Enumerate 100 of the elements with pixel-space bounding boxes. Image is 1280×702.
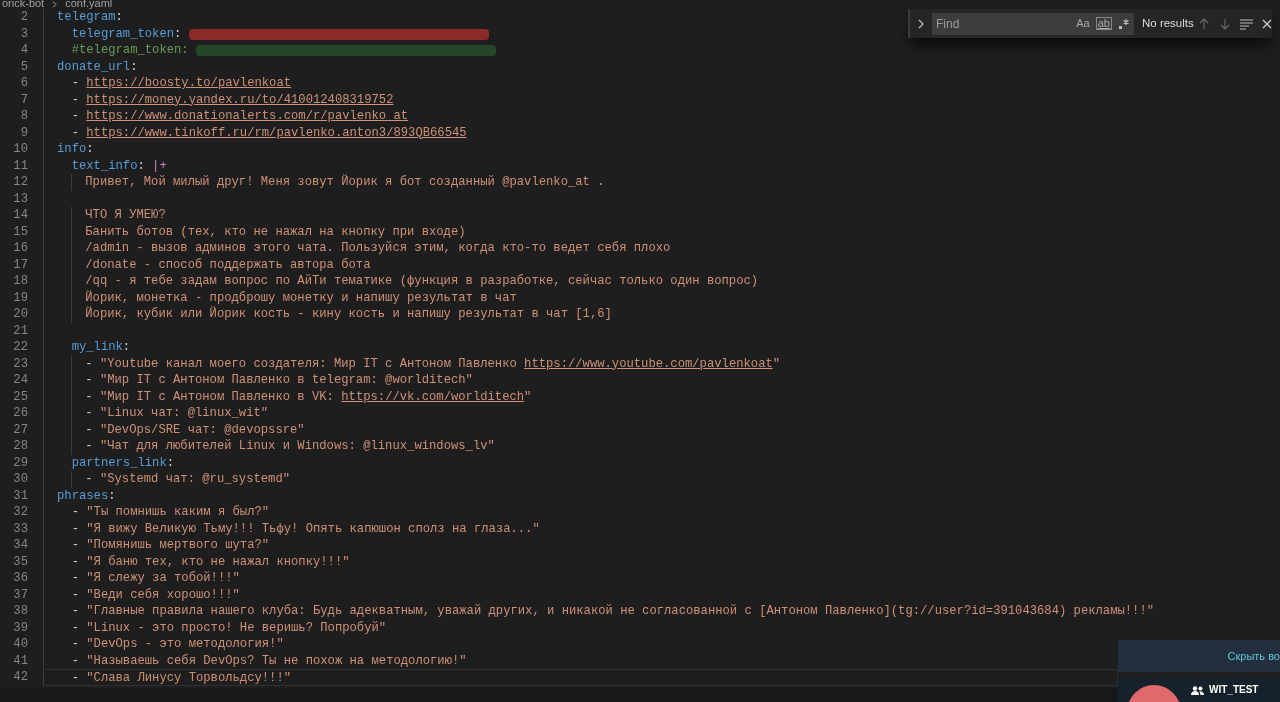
line-number: 33 [12,520,28,537]
line-number: 3 [19,25,28,42]
line-number: 24 [12,372,28,389]
yaml-key: partners_link [71,454,167,471]
yaml-key: my_link [71,339,123,356]
yaml-punctuation: : [174,25,183,42]
line-number: 20 [12,306,28,323]
link[interactable]: https://www.youtube.com/pavlenkoat [524,355,773,372]
string-value: "Systemd чат: @ru_systemd" [99,471,291,488]
yaml-punctuation: - [85,438,94,455]
yaml-punctuation: : [137,157,146,174]
find-field[interactable]: Find Aa ab [932,12,1134,35]
string-value: "Я вижу Великую Тьму!!! Тьфу! Опять капюшон сполз на глаза..." [86,520,540,537]
line-number: 2 [19,9,28,26]
line-number: 34 [12,537,28,554]
yaml-punctuation: - [71,636,80,653]
line-number: 10 [12,141,28,158]
string-value: "Слава Линусу Торвольдсу!!!" [86,670,292,685]
link[interactable]: https://boosty.to/pavlenkoat [86,75,292,92]
line-number: 27 [12,421,28,438]
breadcrumb-item[interactable]: orick-bot [2,0,45,8]
line-number: 41 [12,652,28,669]
line-number: 30 [12,471,28,488]
string-value: "DevOps/SRE чат: @devopssre" [99,421,305,438]
line-number: 31 [12,487,28,504]
line-number: 4 [19,42,28,59]
line-number: 19 [12,289,28,306]
yaml-punctuation: - [85,355,94,372]
line-number: 16 [12,240,28,257]
line-number: 7 [19,91,28,108]
line-number: 25 [12,388,28,405]
line-number: 32 [12,504,28,521]
string-value: " [524,388,532,405]
yaml-punctuation: - [71,586,80,603]
yaml-punctuation: - [71,553,80,570]
line-number: 37 [12,586,28,603]
group-icon [1191,686,1204,695]
comment: #telegram_token: [71,42,190,59]
yaml-punctuation: - [71,91,80,108]
text-value: Йорик, кубик или Йорик кость - кину кость и напишу результат в чат [1,6] [85,306,612,323]
string-value: "Веди себя хорошо!!!" [86,586,240,603]
yaml-punctuation: - [71,652,80,669]
yaml-key: text_info [71,157,138,174]
yaml-punctuation: - [85,421,94,438]
lines-icon[interactable] [1239,17,1253,30]
link[interactable]: https://www.donationalerts.com/r/pavlenko_at [86,108,409,125]
line-number: 35 [12,553,28,570]
line-number: 42 [12,669,28,686]
line-number: 11 [12,157,28,174]
string-value: "Помянишь мертвого шута?" [86,537,270,554]
text-value: Йорик, монетка - продброшу монетку и напишу результат в чат [85,289,517,306]
yaml-punctuation: : [166,454,175,471]
yaml-punctuation: - [71,570,80,587]
yaml-key: phrases [57,487,109,504]
line-number: 9 [19,124,28,141]
string-value: "Linux чат: @linux_wit" [99,405,269,422]
string-value: "Главные правила нашего клуба: Будь адекватным, уважай других, и никакой не согласованной с [Антоном Павленко](tg://user?id=391043684) рекламы!!!" [86,603,1155,620]
link[interactable]: https://vk.com/worlditech [341,388,525,405]
yaml-punctuation: - [71,619,80,636]
string-value: "Ты помнишь каким я был?" [86,504,270,521]
line-number: 40 [12,636,28,653]
up-arrow-icon[interactable] [1197,17,1210,30]
line-number: 14 [12,207,28,224]
yaml-key: telegram_token [71,25,175,42]
link[interactable]: https://www.tinkoff.ru/rm/pavlenko.anton3/893QB66545 [86,124,467,141]
whole-word-toggle[interactable]: ab [1095,17,1112,30]
hide-link[interactable]: Скрыть во [1227,647,1280,665]
line-number: 29 [12,454,28,471]
breadcrumb-item[interactable]: conf.yaml [65,0,113,8]
yaml-punctuation: - [71,603,80,620]
string-value: "Linux - это просто! Не веришь? Попробуй" [86,619,387,636]
line-number: 36 [12,570,28,587]
yaml-punctuation: - [71,108,80,125]
yaml-punctuation: : [122,339,131,356]
close-icon[interactable] [1261,18,1272,29]
text-value: Привет, Мой милый друг! Меня зовут Йорик я бот созданный @pavlenko_at . [85,174,605,191]
result-count: No results [1142,15,1194,31]
string-value: "Мир IT с Антоном Павленко в VK: [99,388,335,405]
text-value: /qq - я тебе задам вопрос по АйТи тематике (функция в разработке, сейчас только один вопрос) [85,273,759,290]
line-number: 13 [12,190,28,207]
yaml-punctuation: - [71,124,80,141]
match-case-toggle[interactable]: Aa [1076,15,1090,32]
string-value: "Youtube канал моего создателя: Мир IT с Антоном Павленко [99,355,518,372]
line-number: 6 [19,75,28,92]
string-value: "Называешь себя DevOps? Ты не похож на методологию!" [86,652,467,669]
yaml-key: donate_url [57,58,131,75]
yaml-punctuation: : [108,487,116,504]
line-number: 21 [12,322,28,339]
yaml-key: telegram [57,9,116,26]
line-number: 23 [12,355,28,372]
link[interactable]: https://money.yandex.ru/to/410012408319752 [86,91,394,108]
yaml-punctuation: : [115,9,123,26]
yaml-punctuation: - [85,405,94,422]
down-arrow-icon[interactable] [1218,17,1231,30]
regex-icon[interactable] [1118,17,1130,30]
text-value: /admin - вызов админов этого чата. Пользуйся этим, когда кто-то ведет себя плохо [85,240,671,257]
yaml-punctuation: - [85,471,94,488]
text-value: ЧТО Я УМЕЮ? [85,207,166,224]
string-value: " [772,355,781,372]
line-number: 18 [12,273,28,290]
